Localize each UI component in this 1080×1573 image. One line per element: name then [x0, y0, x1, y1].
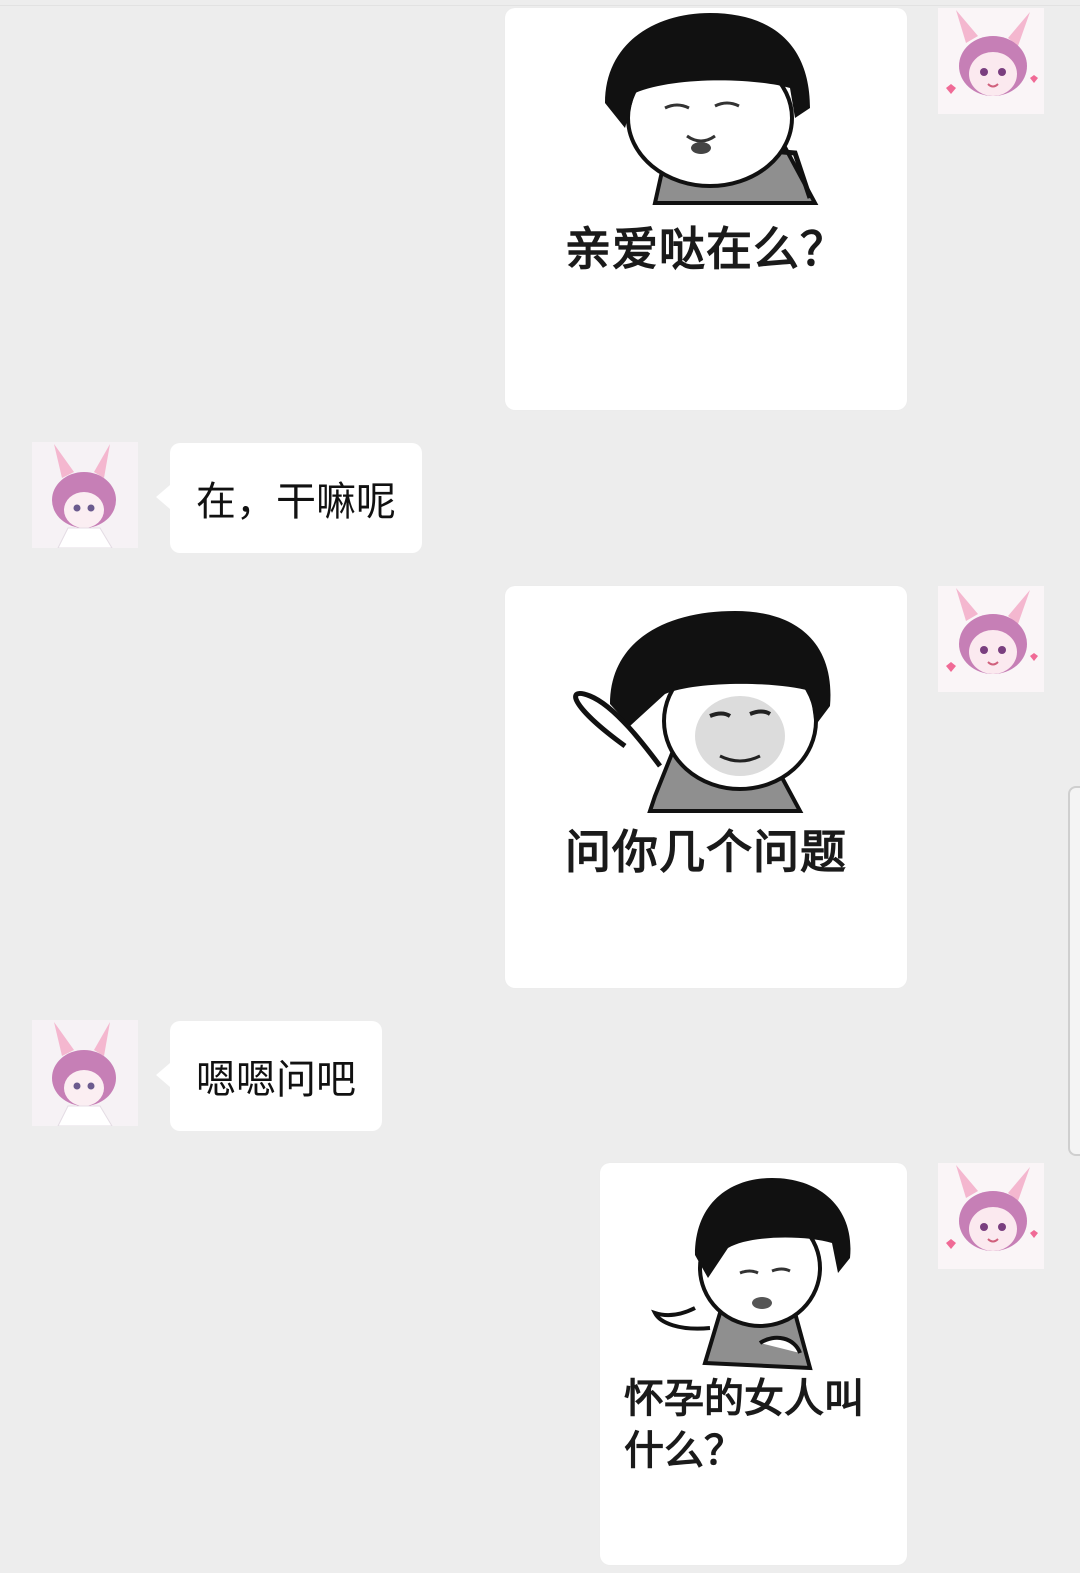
- mushroom-head-meme-icon: [573, 611, 831, 813]
- sticker-message[interactable]: 问你几个问题: [505, 586, 907, 988]
- sticker-caption: 亲爱哒在么？: [565, 222, 847, 276]
- text-message-bubble[interactable]: 在，干嘛呢: [156, 443, 422, 553]
- message-text: 嗯嗯问吧: [196, 1057, 356, 1103]
- sticker-message[interactable]: 怀孕的女人叫 什么？: [600, 1163, 907, 1565]
- sticker-caption-line: 什么？: [624, 1428, 744, 1474]
- sticker-caption: 怀孕的女人叫 什么？: [624, 1373, 864, 1477]
- sticker-caption: 问你几个问题: [565, 825, 847, 879]
- mushroom-head-meme-icon: [605, 13, 819, 205]
- text-message-bubble[interactable]: 嗯嗯问吧: [156, 1021, 382, 1131]
- message-text: 在，干嘛呢: [196, 479, 396, 525]
- sticker-message[interactable]: 亲爱哒在么？: [505, 8, 907, 410]
- chat-top-edge: [0, 0, 1080, 6]
- mushroom-head-meme-icon: [651, 1178, 851, 1371]
- bunny-boy-avatar-icon[interactable]: [32, 1020, 138, 1126]
- side-drawer-handle[interactable]: [1068, 786, 1080, 1156]
- sticker-caption-line: 怀孕的女人叫: [624, 1376, 864, 1422]
- bunny-girl-avatar-icon[interactable]: [938, 1163, 1044, 1269]
- bunny-girl-avatar-icon[interactable]: [938, 586, 1044, 692]
- bunny-boy-avatar-icon[interactable]: [32, 442, 138, 548]
- bunny-girl-avatar-icon[interactable]: [938, 8, 1044, 114]
